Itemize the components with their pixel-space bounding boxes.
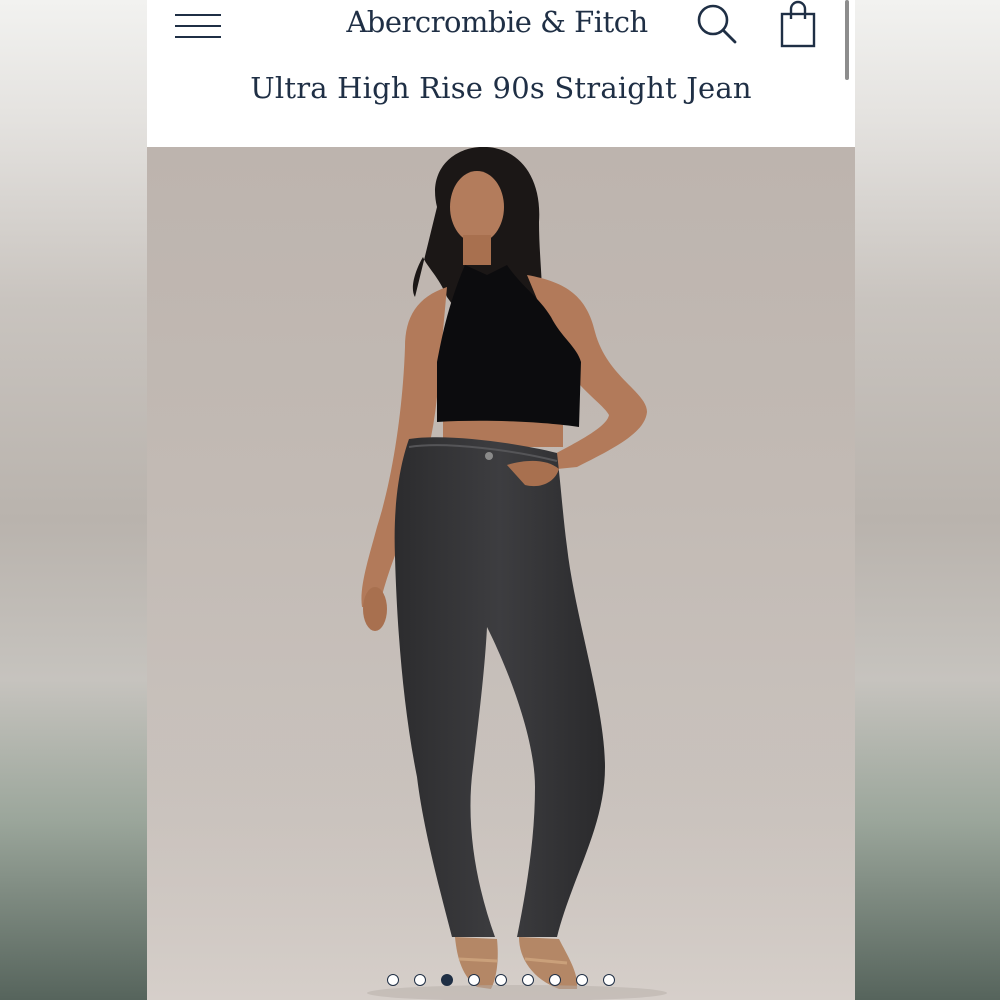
carousel-dot[interactable]	[387, 974, 399, 986]
product-title: Ultra High Rise 90s Straight Jean	[250, 71, 752, 105]
carousel-dots	[147, 974, 855, 990]
model-photo	[147, 147, 855, 1000]
mobile-screen: Abercrombie & Fitch Ultra High Rise 90s …	[147, 0, 855, 1000]
carousel-dot[interactable]	[495, 974, 507, 986]
search-button[interactable]	[695, 2, 739, 46]
carousel-dot[interactable]	[468, 974, 480, 986]
search-icon	[697, 4, 737, 44]
carousel-dot[interactable]	[603, 974, 615, 986]
scrollbar[interactable]	[845, 0, 849, 80]
bag-button[interactable]	[777, 0, 819, 50]
brand-logo[interactable]: Abercrombie & Fitch	[327, 2, 667, 42]
hamburger-menu-icon	[175, 14, 221, 16]
carousel-dot-active[interactable]	[441, 974, 453, 986]
site-header: Abercrombie & Fitch Ultra High Rise 90s …	[147, 0, 855, 147]
carousel-dot[interactable]	[522, 974, 534, 986]
carousel-dot[interactable]	[549, 974, 561, 986]
shopping-bag-icon	[780, 0, 816, 48]
menu-button[interactable]	[175, 6, 227, 46]
carousel-dot[interactable]	[576, 974, 588, 986]
carousel-dot[interactable]	[414, 974, 426, 986]
product-image[interactable]	[147, 147, 855, 1000]
